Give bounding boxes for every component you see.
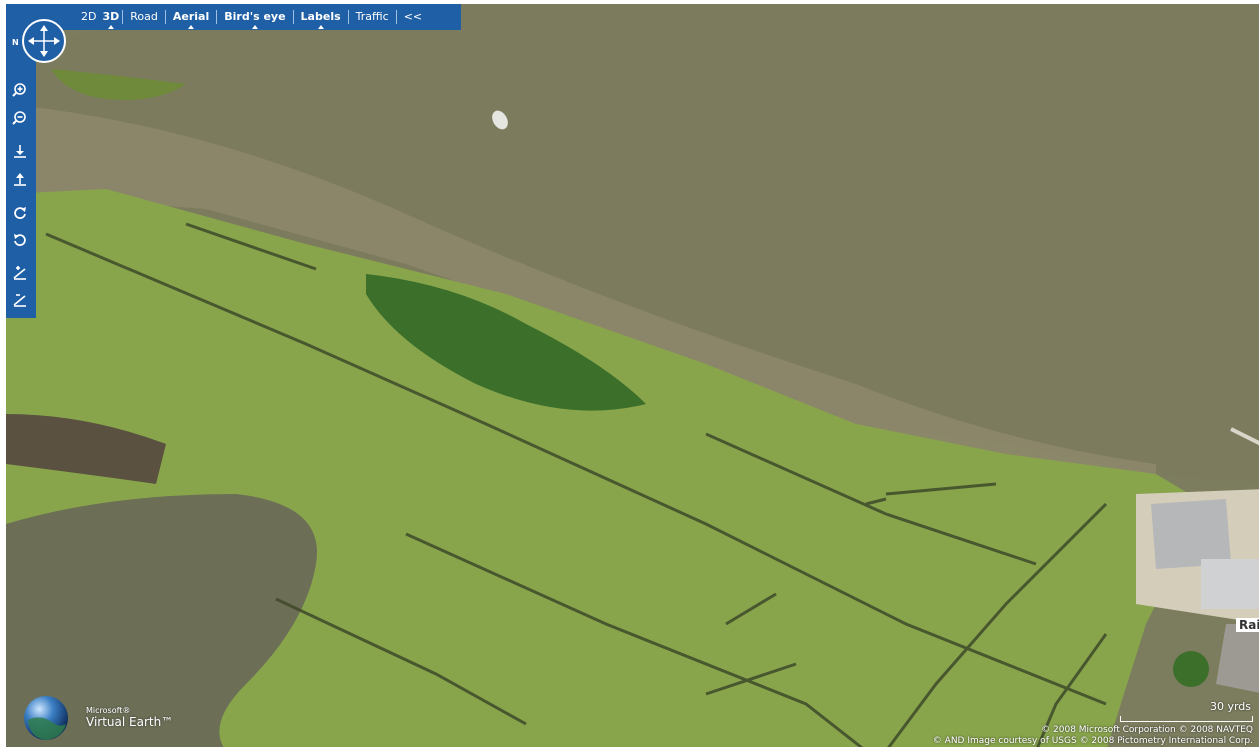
mode-road-label: Road	[130, 10, 158, 23]
zoom-out-button[interactable]	[11, 110, 29, 128]
mode-road-button[interactable]: Road	[123, 4, 165, 30]
aerial-map[interactable]: Rail	[0, 0, 1259, 747]
tilt-up-button[interactable]	[11, 171, 29, 189]
aerial-imagery	[6, 4, 1259, 747]
pitch-down-button[interactable]	[11, 292, 29, 310]
scale-label: 30 yrds	[1209, 700, 1251, 713]
pan-compass-control[interactable]	[22, 19, 66, 63]
mode-birds-eye-button[interactable]: Bird's eye	[217, 4, 292, 30]
rotate-counterclockwise-icon	[14, 234, 26, 246]
mode-aerial-label: Aerial	[172, 10, 210, 23]
zoom-in-button[interactable]	[11, 82, 29, 100]
pitch-down-icon	[13, 294, 26, 307]
active-indicator-icon	[107, 25, 114, 29]
tilt-up-icon	[14, 173, 26, 186]
rotate-counterclockwise-button[interactable]	[11, 232, 29, 250]
virtual-earth-globe-icon	[24, 696, 68, 740]
rotate-clockwise-icon	[14, 207, 26, 219]
brand-microsoft: Microsoft®	[86, 706, 131, 715]
collapse-toolbar-button[interactable]: <<	[397, 4, 429, 30]
street-label: Rail	[1236, 618, 1259, 632]
north-indicator: N	[12, 38, 19, 47]
active-indicator-icon	[188, 25, 195, 29]
active-indicator-icon	[251, 25, 258, 29]
mode-traffic-button[interactable]: Traffic	[349, 4, 396, 30]
active-indicator-icon	[317, 25, 324, 29]
brand-product: Virtual Earth™	[86, 715, 174, 729]
mode-2d-label: 2D	[81, 10, 97, 23]
pitch-up-icon	[13, 266, 26, 280]
pitch-up-button[interactable]	[11, 265, 29, 283]
mode-labels-label: Labels	[300, 10, 341, 23]
copyright-line-2: © AND Image courtesy of USGS © 2008 Pict…	[932, 736, 1253, 746]
scale-bar	[1120, 716, 1253, 722]
mode-3d-button[interactable]: 3D	[99, 4, 122, 30]
zoom-out-icon	[12, 111, 26, 125]
pan-arrows-icon	[28, 25, 60, 57]
mode-labels-button[interactable]: Labels	[294, 4, 348, 30]
mode-aerial-button[interactable]: Aerial	[166, 4, 216, 30]
mode-3d-label: 3D	[102, 10, 120, 23]
virtual-earth-logo: Microsoft® Virtual Earth™	[86, 706, 173, 729]
tilt-down-icon	[14, 145, 26, 158]
mode-traffic-label: Traffic	[355, 10, 389, 23]
collapse-icon: <<	[403, 10, 423, 23]
tilt-down-button[interactable]	[11, 143, 29, 161]
mode-birds-eye-label: Bird's eye	[224, 10, 286, 23]
zoom-in-icon	[12, 83, 26, 97]
rotate-clockwise-button[interactable]	[11, 205, 29, 223]
copyright-line-1: © 2008 Microsoft Corporation © 2008 NAVT…	[1041, 725, 1253, 735]
mode-2d-button[interactable]: 2D	[78, 4, 99, 30]
map-mode-toolbar: 2D 3D Road Aerial Bird's eye Labels Traf…	[6, 4, 461, 30]
